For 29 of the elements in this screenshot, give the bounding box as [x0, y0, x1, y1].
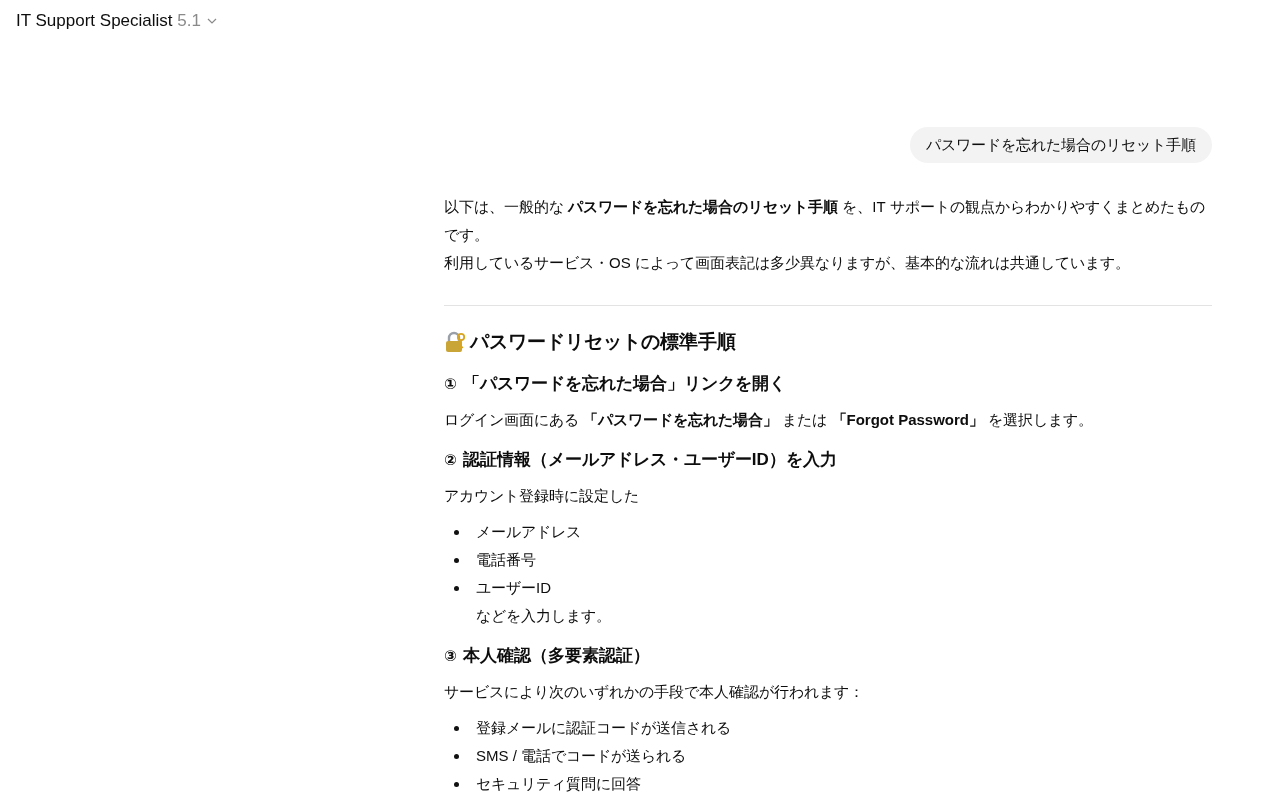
bullet-icon: [454, 725, 459, 731]
step-heading: 本人確認（多要素認証）: [462, 645, 650, 667]
bullet-icon: [454, 585, 459, 591]
paragraph-text: サービスにより次のいずれかの手段で本人確認が行われます：: [444, 682, 865, 702]
step-number: ③: [444, 647, 457, 665]
bullet-icon: [454, 529, 459, 535]
list-item: 登録メールに認証コードが送信される: [476, 718, 731, 738]
user-message: パスワードを忘れた場合のリセット手順: [910, 127, 1212, 163]
paragraph-text: 以下は、一般的な パスワードを忘れた場合のリセット手順 を、IT サポートの観点からわかりやすくまとめたものです。: [444, 197, 1206, 245]
bullet-icon: [454, 781, 459, 787]
step-number: ②: [444, 451, 457, 469]
paragraph-text: 利用しているサービス・OS によって画面表記は多少異なりますが、基本的な流れは共通しています。: [444, 253, 1131, 273]
padlock-icon: [444, 331, 466, 353]
paragraph-text: などを入力します。: [476, 606, 612, 626]
bullet-icon: [454, 753, 459, 759]
step-number: ①: [444, 375, 457, 393]
step-heading: 「パスワードを忘れた場合」リンクを開く: [462, 373, 786, 395]
section-heading: パスワードリセットの標準手順: [470, 330, 736, 354]
list-item: セキュリティ質問に回答: [476, 774, 641, 794]
paragraph-text: アカウント登録時に設定した: [444, 486, 640, 506]
bullet-icon: [454, 557, 459, 563]
caret-icon: [206, 18, 217, 24]
list-item: ユーザーID: [476, 578, 551, 598]
step-heading: 認証情報（メールアドレス・ユーザーID）を入力: [462, 449, 837, 471]
paragraph-text: ログイン画面にある 「パスワードを忘れた場合」 または 「Forgot Password」 を選択します。: [444, 410, 1095, 430]
list-item: メールアドレス: [476, 522, 581, 542]
list-item: 電話番号: [476, 550, 536, 570]
list-item: SMS / 電話でコードが送られる: [476, 746, 686, 766]
model-selector[interactable]: IT Support Specialist 5.1: [8, 9, 225, 33]
